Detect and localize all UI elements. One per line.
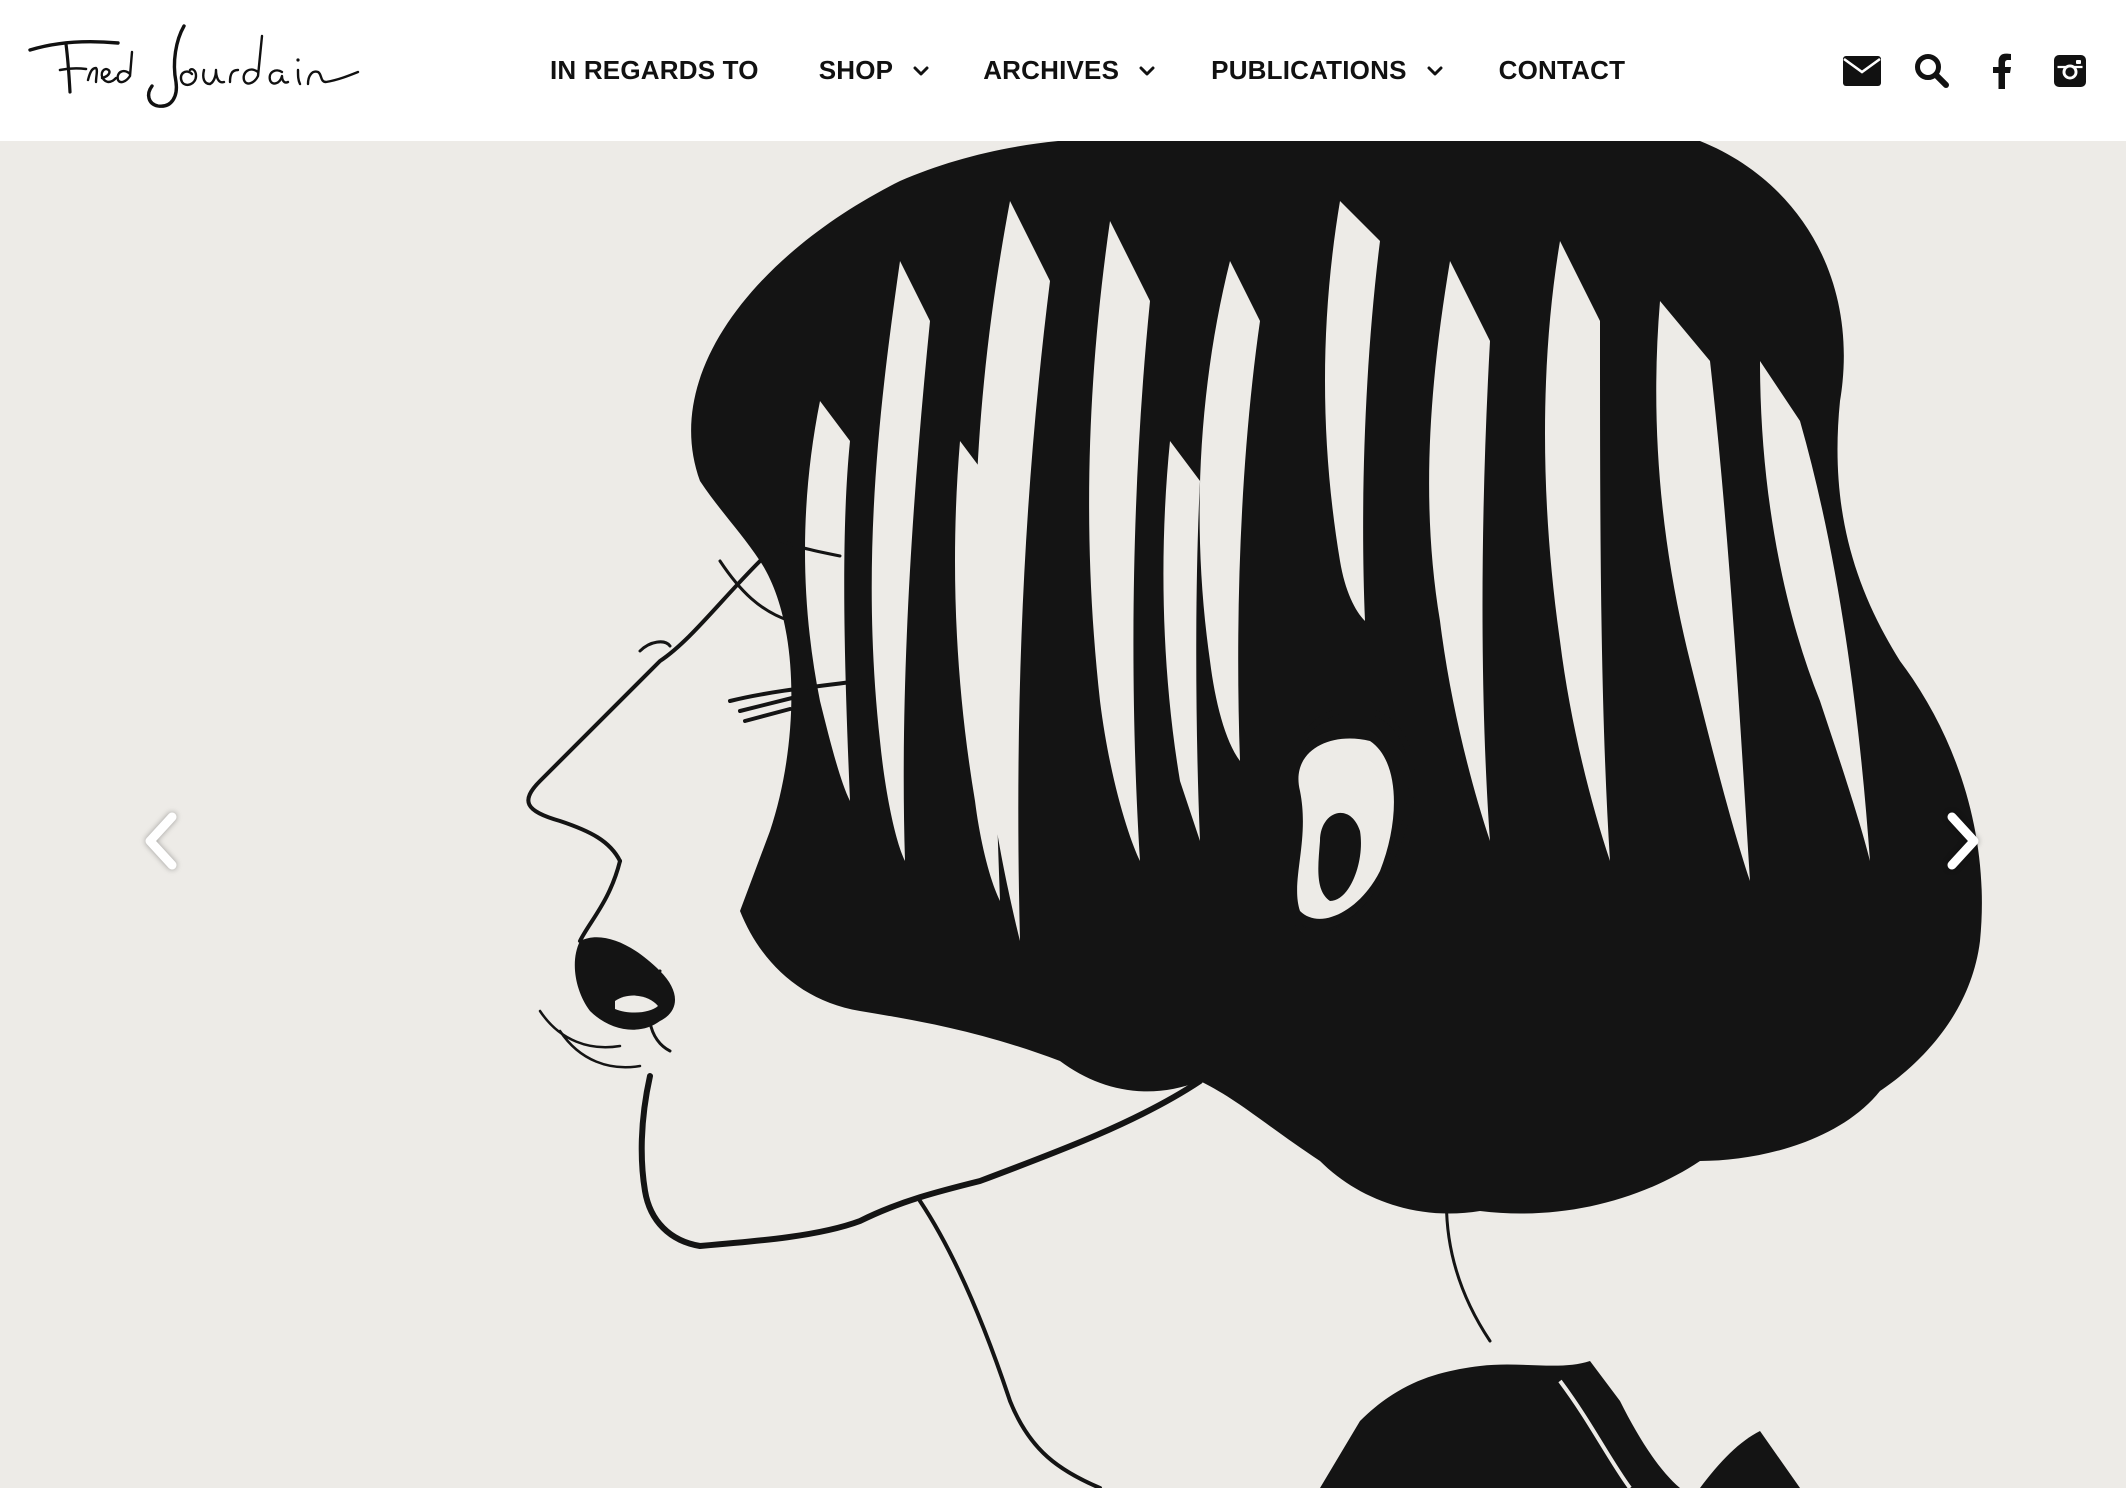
chevron-left-icon: [145, 812, 177, 870]
slideshow-next-button[interactable]: [1932, 806, 1992, 876]
social-links: [1842, 0, 2090, 141]
nav-item-label: PUBLICATIONS: [1211, 55, 1407, 85]
envelope-icon[interactable]: [1842, 51, 1882, 91]
hero-slideshow: [0, 141, 2126, 1488]
chevron-down-icon: [1427, 63, 1443, 79]
nav-item-in-regards-to[interactable]: IN REGARDS TO: [550, 55, 759, 86]
nav-item-contact[interactable]: CONTACT: [1499, 55, 1626, 86]
site-logo[interactable]: [26, 12, 362, 112]
hero-artwork-image: [0, 141, 2126, 1488]
nav-item-label: CONTACT: [1498, 55, 1626, 85]
facebook-icon[interactable]: [1982, 51, 2022, 91]
chevron-down-icon: [1139, 63, 1155, 79]
search-icon[interactable]: [1912, 51, 1952, 91]
nav-item-publications[interactable]: PUBLICATIONS: [1211, 55, 1443, 86]
nav-item-shop[interactable]: SHOP: [819, 55, 929, 86]
site-header: IN REGARDS TO SHOP ARCHIVES PUBLICATIONS…: [0, 0, 2126, 141]
chevron-right-icon: [1947, 812, 1979, 870]
nav-item-label: SHOP: [818, 55, 894, 85]
fred-jourdain-signature-logo: [28, 24, 360, 108]
nav-item-label: ARCHIVES: [983, 55, 1120, 85]
instagram-icon[interactable]: [2050, 51, 2090, 91]
nav-item-archives[interactable]: ARCHIVES: [983, 55, 1155, 86]
main-nav: IN REGARDS TO SHOP ARCHIVES PUBLICATIONS…: [550, 0, 1625, 141]
chevron-down-icon: [913, 63, 929, 79]
slideshow-prev-button[interactable]: [132, 806, 192, 876]
nav-item-label: IN REGARDS TO: [550, 55, 759, 85]
